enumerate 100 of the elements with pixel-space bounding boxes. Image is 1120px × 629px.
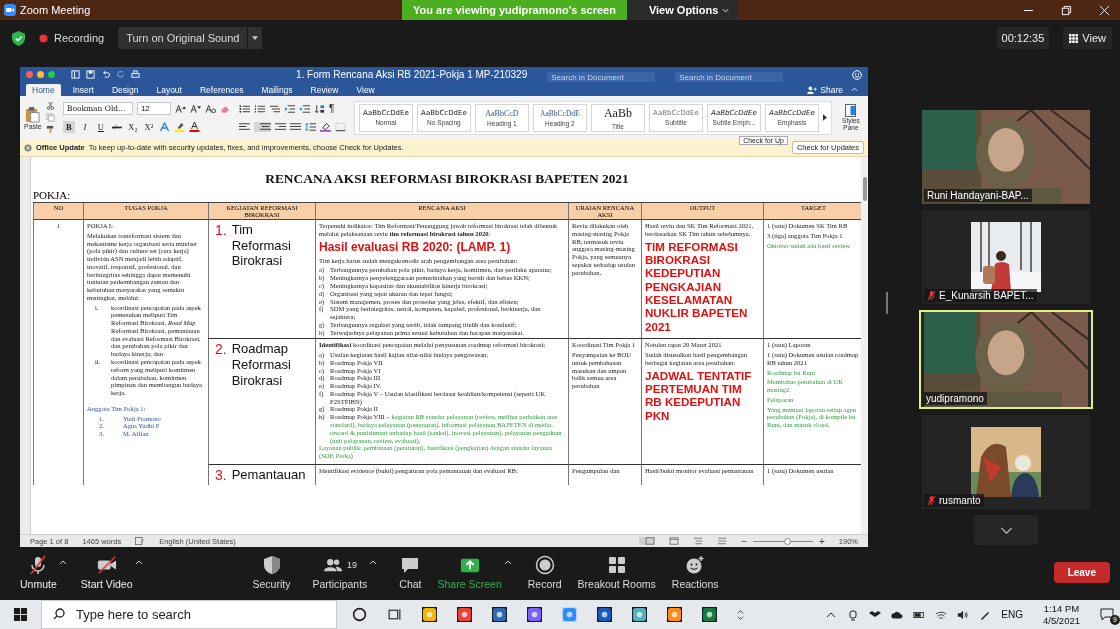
numbered-list-icon[interactable]: [253, 103, 265, 114]
app-icon[interactable]: [597, 607, 612, 622]
align-center-icon[interactable]: [253, 121, 271, 132]
view-options-button[interactable]: View Options: [626, 0, 739, 20]
borders-icon[interactable]: [334, 121, 346, 132]
highlighter-icon[interactable]: [173, 121, 185, 132]
minimize-light-icon[interactable]: [37, 71, 44, 78]
video-tile[interactable]: Runi Handayani-BAP...: [922, 110, 1090, 204]
shrink-font-icon[interactable]: [189, 103, 201, 114]
ribbon-tab[interactable]: Insert: [66, 84, 100, 96]
ribbon-tab[interactable]: Home: [26, 84, 61, 96]
scrollbar[interactable]: [861, 157, 868, 534]
decrease-indent-icon[interactable]: [283, 103, 295, 114]
webcam-icon[interactable]: [847, 608, 860, 621]
text-effects-icon[interactable]: [158, 121, 170, 132]
window-title: Zoom Meeting: [20, 4, 91, 16]
caret-icon[interactable]: [503, 560, 512, 565]
zoom-light-icon[interactable]: [48, 71, 55, 78]
original-sound-dropdown[interactable]: [248, 27, 263, 49]
sort-icon[interactable]: [313, 103, 325, 114]
app-icon[interactable]: [702, 607, 717, 622]
search-field[interactable]: Search in Document: [675, 71, 784, 83]
show-formatting-button[interactable]: ¶: [328, 103, 335, 114]
ribbon-tab[interactable]: Review: [304, 84, 345, 96]
scissors-icon[interactable]: [45, 101, 55, 110]
app-icon[interactable]: [422, 607, 437, 622]
shading-icon[interactable]: [319, 121, 331, 132]
taskbar-search-field[interactable]: Type here to search: [41, 600, 337, 629]
app-icon[interactable]: [527, 607, 542, 622]
multilevel-list-icon[interactable]: [268, 103, 280, 114]
caret-icon[interactable]: [58, 560, 67, 565]
format-painter-icon[interactable]: [45, 125, 55, 134]
align-left-icon[interactable]: [238, 121, 250, 132]
share-button[interactable]: Share: [807, 85, 843, 95]
notification-icon[interactable]: [1100, 606, 1114, 621]
clock[interactable]: 1:14 PM 4/5/2021: [1043, 603, 1080, 626]
ribbon-tab[interactable]: Layout: [150, 84, 188, 96]
print-layout-icon[interactable]: [639, 537, 656, 545]
caret-icon[interactable]: [369, 560, 378, 565]
meeting-control[interactable]: Start Video: [80, 555, 133, 590]
task-view-icon[interactable]: [387, 607, 402, 622]
activity-number: 1.: [215, 222, 227, 239]
meeting-control[interactable]: Share Screen: [437, 555, 502, 590]
sidebar-icon[interactable]: [71, 70, 80, 79]
meeting-control[interactable]: Reactions: [671, 555, 719, 590]
app-icon[interactable]: [457, 607, 472, 622]
shield-check-icon[interactable]: [12, 30, 25, 46]
original-sound-button[interactable]: Turn on Original Sound: [118, 27, 248, 49]
font-color-icon[interactable]: [188, 121, 200, 132]
scroll-arrows-icon[interactable]: [737, 607, 744, 622]
web-layout-icon[interactable]: [669, 537, 680, 545]
ribbon-tab[interactable]: Mailings: [255, 84, 299, 96]
grow-font-icon[interactable]: [174, 103, 186, 114]
caret-icon[interactable]: [134, 560, 143, 565]
proofing-icon[interactable]: [135, 537, 146, 545]
splitter-handle[interactable]: [886, 292, 888, 314]
dismiss-icon[interactable]: [24, 143, 32, 152]
format-button[interactable]: I: [78, 120, 91, 133]
restore-icon[interactable]: [1061, 4, 1072, 16]
app-icon[interactable]: [492, 607, 507, 622]
meeting-control[interactable]: Security: [252, 555, 291, 590]
ribbon-tab[interactable]: View: [350, 84, 381, 96]
undo-icon[interactable]: [101, 70, 110, 79]
increase-indent-icon[interactable]: [298, 103, 310, 114]
meeting-control[interactable]: Chat: [399, 555, 422, 590]
language-indicator[interactable]: ENG: [1001, 609, 1023, 620]
font-size-dropdown[interactable]: 12: [136, 102, 171, 115]
format-button[interactable]: X²: [142, 120, 155, 133]
video-tile[interactable]: yudipramono: [919, 309, 1093, 410]
line-spacing-icon[interactable]: [304, 121, 316, 132]
meeting-control[interactable]: Record: [527, 555, 562, 590]
print-icon[interactable]: [131, 70, 140, 79]
view-button[interactable]: View: [1063, 27, 1112, 49]
leave-button[interactable]: Leave: [1053, 562, 1110, 583]
ribbon-tab[interactable]: Design: [105, 84, 145, 96]
ribbon-tab[interactable]: References: [193, 84, 250, 96]
meeting-control[interactable]: Unmute: [20, 555, 57, 590]
close-icon[interactable]: [1099, 4, 1110, 16]
bullet-list-icon[interactable]: [238, 103, 250, 114]
zoom-out-button[interactable]: −: [741, 535, 747, 547]
smiley-icon[interactable]: [852, 69, 862, 80]
format-button[interactable]: X₂: [126, 120, 139, 133]
gallery-arrow-icon[interactable]: [822, 114, 827, 121]
meeting-control[interactable]: 19 Participants: [312, 555, 368, 590]
format-button[interactable]: U: [94, 120, 107, 133]
justify-icon[interactable]: [289, 121, 301, 132]
collapse-icon[interactable]: [851, 87, 858, 92]
video-tile[interactable]: rusmanto: [922, 415, 1090, 510]
speaker-icon[interactable]: [957, 608, 970, 621]
change-case-icon[interactable]: [204, 103, 216, 114]
video-tile[interactable]: E_Kunarsih BAPET...: [922, 209, 1090, 304]
search-field[interactable]: Search in Document: [547, 71, 656, 83]
meeting-control[interactable]: Breakout Rooms: [577, 555, 656, 590]
align-right-icon[interactable]: [274, 121, 286, 132]
grid-icon: [1069, 33, 1079, 43]
app-icon[interactable]: [632, 607, 647, 622]
format-button[interactable]: B: [62, 120, 75, 133]
app-icon[interactable]: [667, 607, 682, 622]
save-icon[interactable]: [86, 70, 95, 79]
zoom-in-button[interactable]: +: [818, 535, 825, 547]
